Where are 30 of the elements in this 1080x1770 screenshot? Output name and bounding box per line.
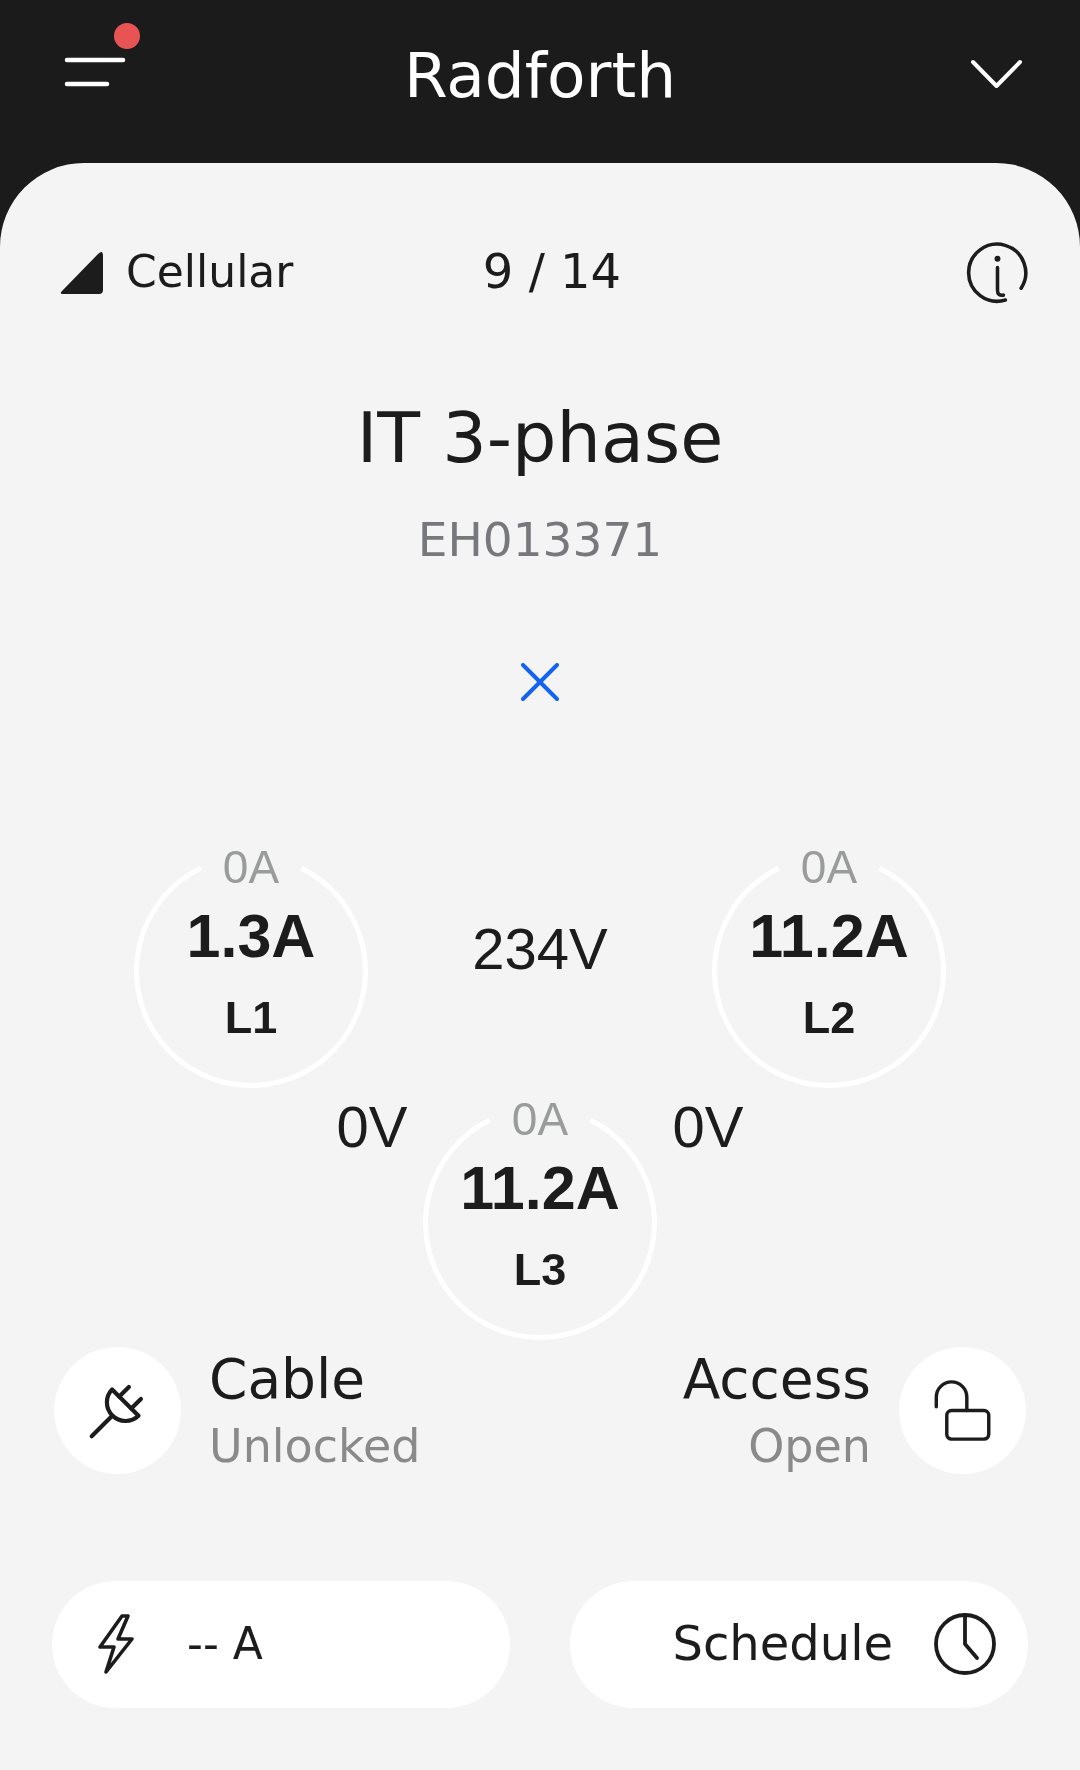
connection-label: Cellular — [126, 246, 294, 298]
current-reading: 11.2A — [460, 1157, 620, 1219]
serial-number: EH013371 — [417, 512, 663, 567]
status-value: Unlocked — [209, 1420, 421, 1474]
voltage-reading: 234V — [472, 915, 608, 983]
current-limit-text: 0A — [800, 843, 858, 890]
status-title: Cable — [209, 1347, 366, 1412]
status-value: Open — [748, 1420, 871, 1474]
clock-icon — [933, 1612, 997, 1677]
cellular-signal-icon — [59, 250, 103, 294]
schedule-button[interactable]: Schedule — [570, 1580, 1028, 1708]
current-limit-text: 0A — [511, 1095, 569, 1142]
open-padlock-icon — [933, 1379, 992, 1442]
charger-name: IT 3-phase — [356, 398, 724, 479]
voltage-reading: 0V — [336, 1093, 408, 1161]
voltage-reading: 0V — [672, 1093, 744, 1161]
phase-label: L1 — [224, 994, 278, 1040]
station-title: Radforth — [403, 40, 677, 113]
menu-icon[interactable] — [64, 57, 126, 87]
current-limit-button[interactable]: -- A — [52, 1580, 510, 1708]
cross-icon — [521, 662, 559, 701]
current-reading: 11.2A — [749, 905, 909, 967]
phase-label: L2 — [802, 994, 856, 1040]
chevron-down-icon[interactable] — [970, 59, 1023, 89]
current-reading: 1.3A — [186, 905, 316, 967]
charger-counter: 9 / 14 — [482, 244, 622, 300]
info-icon[interactable] — [966, 240, 1029, 304]
status-title: Access — [682, 1347, 871, 1412]
phase-label: L3 — [513, 1246, 567, 1292]
current-limit-text: 0A — [222, 843, 280, 890]
